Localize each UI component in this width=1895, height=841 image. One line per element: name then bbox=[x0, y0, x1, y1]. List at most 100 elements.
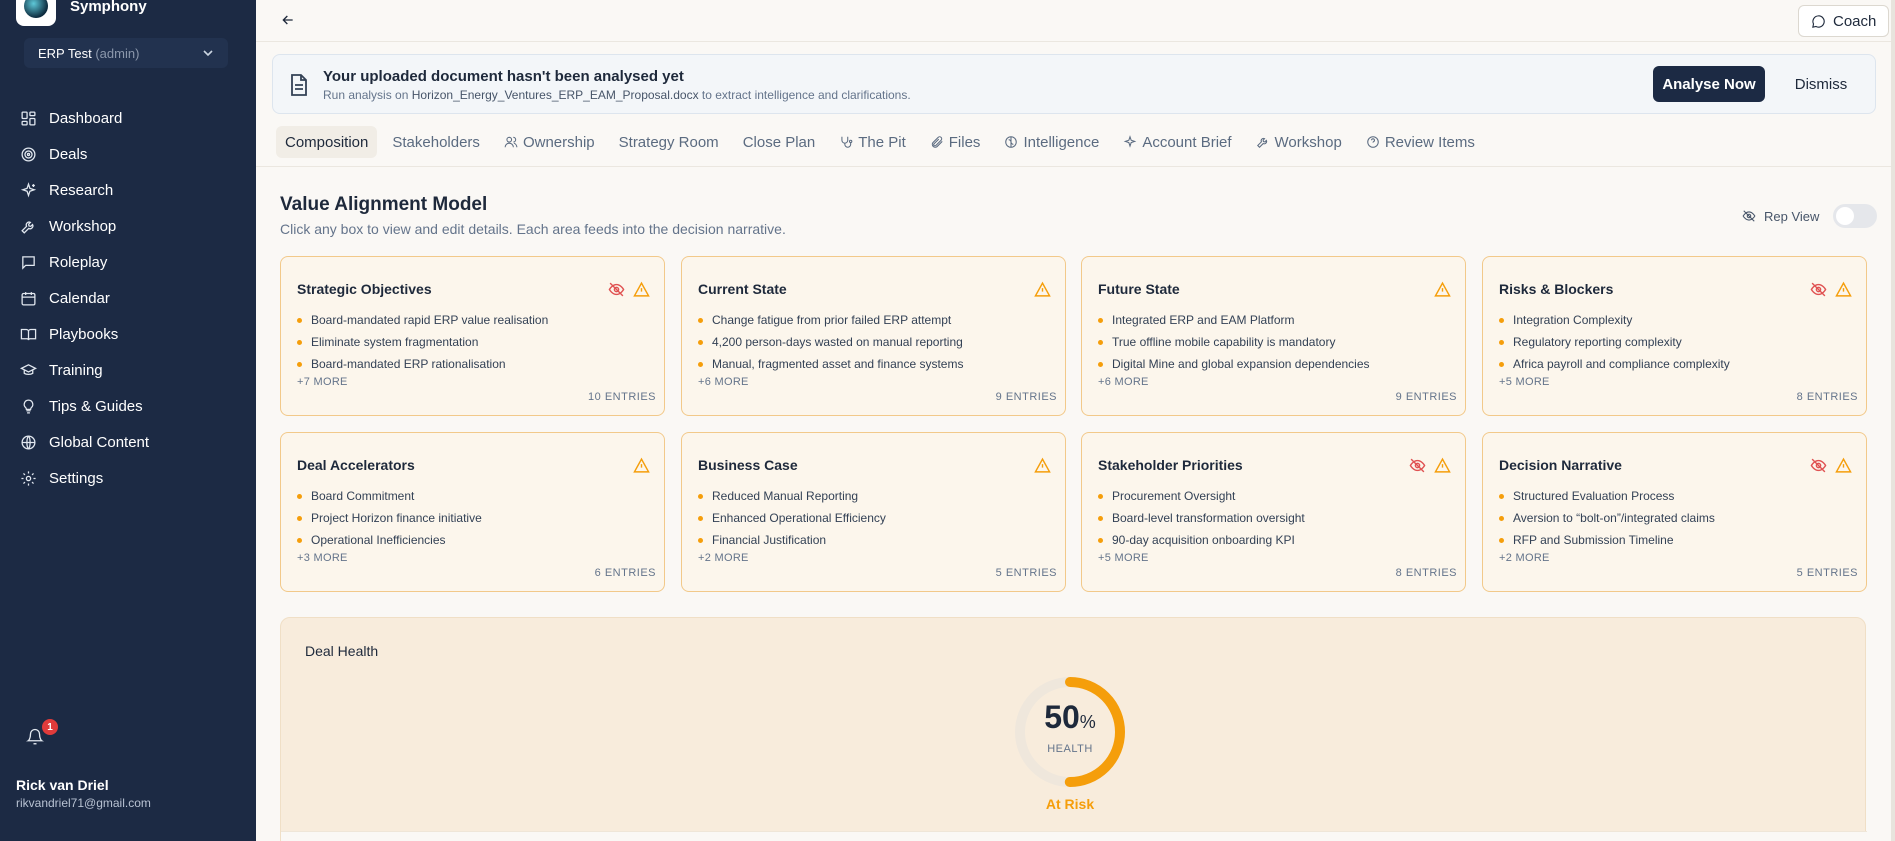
tab-the-pit[interactable]: The Pit bbox=[830, 126, 915, 158]
card-title: Future State bbox=[1098, 281, 1180, 297]
notifications-button[interactable]: 1 bbox=[26, 719, 58, 748]
card-entries: Structured Evaluation Process Aversion to… bbox=[1499, 485, 1715, 551]
eye-off-icon[interactable] bbox=[1409, 457, 1426, 474]
tab-files[interactable]: Files bbox=[921, 126, 990, 158]
user-profile[interactable]: Rick van Driel rikvandriel71@gmail.com bbox=[16, 777, 151, 810]
card-entries: Procurement Oversight Board-level transfo… bbox=[1098, 485, 1305, 551]
bullet-dot bbox=[1499, 493, 1504, 499]
card-entry-count: 9 ENTRIES bbox=[1395, 391, 1457, 403]
card-entry-count: 8 ENTRIES bbox=[1395, 567, 1457, 579]
deal-health-panel: Deal Health 50% HEALTH At Risk bbox=[280, 617, 1867, 841]
card-deal-accelerators[interactable]: Deal Accelerators Board Commitment Project… bbox=[280, 432, 665, 592]
card-more-link[interactable]: +3 MORE bbox=[297, 552, 348, 564]
sidebar-item-label: Tips & Guides bbox=[49, 397, 143, 415]
health-value: 50% bbox=[1044, 699, 1096, 735]
card-entry: Manual, fragmented asset and finance sys… bbox=[698, 353, 963, 375]
wrench-icon bbox=[1256, 137, 1267, 148]
sidebar-item-roleplay[interactable]: Roleplay bbox=[0, 244, 256, 280]
sidebar-item-settings[interactable]: Settings bbox=[0, 460, 256, 496]
warning-icon bbox=[1034, 281, 1051, 297]
book-icon bbox=[20, 328, 37, 340]
card-entry: Board-mandated ERP rationalisation bbox=[297, 353, 548, 375]
app-logo bbox=[16, 0, 56, 26]
card-risks-and-blockers[interactable]: Risks & Blockers Integration Complexity Re… bbox=[1482, 256, 1867, 416]
sidebar-item-workshop[interactable]: Workshop bbox=[0, 208, 256, 244]
card-more-link[interactable]: +7 MORE bbox=[297, 376, 348, 388]
health-label: HEALTH bbox=[1047, 743, 1093, 755]
back-button[interactable] bbox=[280, 12, 298, 30]
rep-view-toggle[interactable] bbox=[1833, 204, 1878, 228]
sidebar-item-research[interactable]: Research bbox=[0, 172, 256, 208]
card-entry: Financial Justification bbox=[698, 529, 886, 551]
card-more-link[interactable]: +6 MORE bbox=[1098, 376, 1149, 388]
bullet-dot bbox=[1499, 515, 1504, 521]
card-entry: Board Commitment bbox=[297, 485, 482, 507]
bullet-dot bbox=[1098, 361, 1103, 367]
sidebar-item-label: Settings bbox=[49, 469, 104, 487]
tab-workshop[interactable]: Workshop bbox=[1247, 126, 1351, 158]
section-title: Value Alignment Model bbox=[280, 194, 488, 215]
banner-file-name: Horizon_Energy_Ventures_ERP_EAM_Proposal… bbox=[411, 88, 699, 102]
card-more-link[interactable]: +6 MORE bbox=[698, 376, 749, 388]
bullet-dot bbox=[297, 537, 302, 543]
card-entry: Regulatory reporting complexity bbox=[1499, 331, 1730, 353]
tab-close-plan[interactable]: Close Plan bbox=[734, 126, 825, 158]
tab-composition[interactable]: Composition bbox=[276, 126, 378, 158]
card-strategic-objectives[interactable]: Strategic Objectives Board-mandated rapid… bbox=[280, 256, 665, 416]
tab-stakeholders[interactable]: Stakeholders bbox=[383, 126, 489, 158]
eye-off-icon[interactable] bbox=[608, 281, 625, 298]
analyse-now-button[interactable]: Analyse Now bbox=[1653, 66, 1765, 102]
card-entry-count: 5 ENTRIES bbox=[995, 567, 1057, 579]
card-more-link[interactable]: +5 MORE bbox=[1098, 552, 1149, 564]
card-decision-narrative[interactable]: Decision Narrative Structured Evaluation … bbox=[1482, 432, 1867, 592]
eye-off-icon[interactable] bbox=[1810, 281, 1827, 298]
sidebar-item-calendar[interactable]: Calendar bbox=[0, 280, 256, 316]
lightbulb-icon bbox=[23, 398, 34, 414]
card-business-case[interactable]: Business Case Reduced Manual Reporting Enh… bbox=[681, 432, 1066, 592]
card-more-link[interactable]: +5 MORE bbox=[1499, 376, 1550, 388]
workspace-name: ERP Test (admin) bbox=[38, 45, 140, 61]
card-entry: True offline mobile capability is mandat… bbox=[1098, 331, 1370, 353]
card-more-link[interactable]: +2 MORE bbox=[1499, 552, 1550, 564]
tab-review-items[interactable]: Review Items bbox=[1357, 126, 1484, 158]
app-name: Symphony bbox=[70, 0, 147, 15]
sidebar-item-playbooks[interactable]: Playbooks bbox=[0, 316, 256, 352]
sidebar-item-global-content[interactable]: Global Content bbox=[0, 424, 256, 460]
card-entry: RFP and Submission Timeline bbox=[1499, 529, 1715, 551]
scrollbar[interactable] bbox=[1891, 0, 1895, 841]
sidebar-item-dashboard[interactable]: Dashboard bbox=[0, 100, 256, 136]
bullet-dot bbox=[698, 493, 703, 499]
tab-strategy-room[interactable]: Strategy Room bbox=[610, 126, 728, 158]
card-entry: Eliminate system fragmentation bbox=[297, 331, 548, 353]
sidebar-item-label: Calendar bbox=[49, 289, 110, 307]
sidebar-item-training[interactable]: Training bbox=[0, 352, 256, 388]
warning-icon bbox=[1434, 281, 1451, 297]
sidebar-item-deals[interactable]: Deals bbox=[0, 136, 256, 172]
coach-button[interactable]: Coach bbox=[1798, 5, 1890, 37]
card-entries: Integration Complexity Regulatory reporti… bbox=[1499, 309, 1730, 375]
card-current-state[interactable]: Current State Change fatigue from prior f… bbox=[681, 256, 1066, 416]
card-entry-count: 9 ENTRIES bbox=[995, 391, 1057, 403]
card-entry-count: 10 ENTRIES bbox=[588, 391, 656, 403]
eye-off-icon[interactable] bbox=[1810, 457, 1827, 474]
dismiss-button[interactable]: Dismiss bbox=[1779, 66, 1863, 102]
card-title: Decision Narrative bbox=[1499, 457, 1622, 473]
tab-ownership[interactable]: Ownership bbox=[495, 126, 604, 158]
tab-account-brief[interactable]: Account Brief bbox=[1114, 126, 1240, 158]
tab-intelligence[interactable]: Intelligence bbox=[995, 126, 1108, 158]
rep-view-control: Rep View bbox=[1742, 204, 1878, 228]
sidebar: Symphony ERP Test (admin) Dashboard Deal… bbox=[0, 0, 256, 841]
bell-icon bbox=[26, 728, 44, 745]
graduation-cap-icon bbox=[20, 363, 37, 375]
card-entries: Change fatigue from prior failed ERP att… bbox=[698, 309, 963, 375]
card-more-link[interactable]: +2 MORE bbox=[698, 552, 749, 564]
card-status-icons bbox=[1810, 281, 1852, 298]
brand[interactable]: Symphony bbox=[16, 0, 147, 26]
sidebar-item-tips-guides[interactable]: Tips & Guides bbox=[0, 388, 256, 424]
card-future-state[interactable]: Future State Integrated ERP and EAM Platf… bbox=[1081, 256, 1466, 416]
warning-icon bbox=[633, 281, 650, 297]
sidebar-item-label: Deals bbox=[49, 145, 88, 163]
card-entry: Operational Inefficiencies bbox=[297, 529, 482, 551]
workspace-selector[interactable]: ERP Test (admin) bbox=[24, 38, 228, 68]
card-stakeholder-priorities[interactable]: Stakeholder Priorities Procurement Oversi… bbox=[1081, 432, 1466, 592]
